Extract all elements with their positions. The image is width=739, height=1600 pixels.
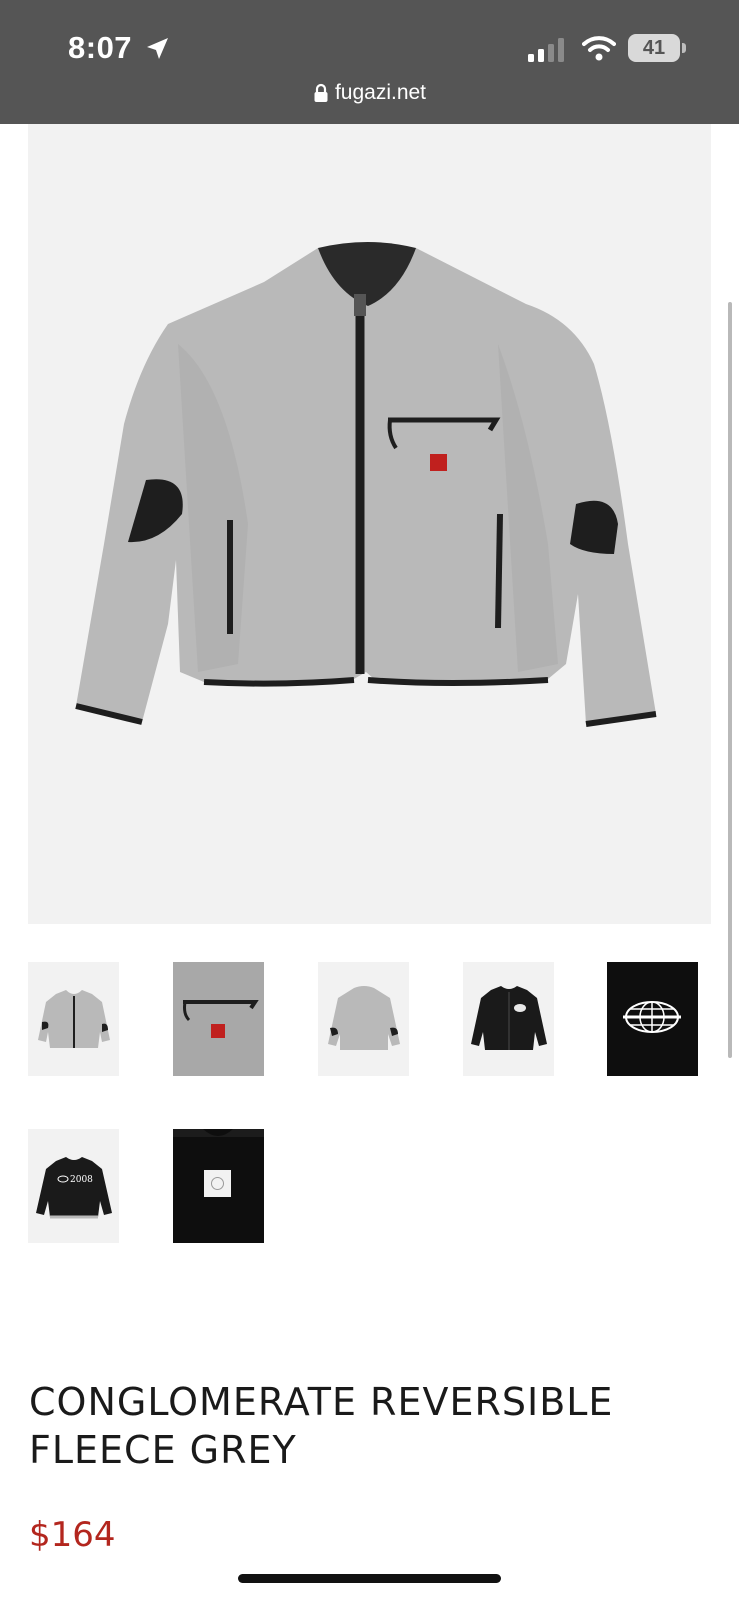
address-bar[interactable]: fugazi.net xyxy=(0,78,739,108)
thumbnail-4[interactable] xyxy=(463,962,554,1076)
thumbnail-7[interactable] xyxy=(173,1129,264,1243)
black-jacket-front-thumbnail xyxy=(463,962,554,1076)
battery-level: 41 xyxy=(642,37,666,59)
thumbnail-2008-text: 2008 xyxy=(70,1175,93,1185)
cellular-signal-icon xyxy=(528,38,564,62)
thumbnail-5[interactable] xyxy=(607,962,698,1076)
fleece-pocket-detail-thumbnail xyxy=(173,962,264,1076)
browser-status-bar: 8:07 41 fugazi.net xyxy=(0,0,739,124)
location-arrow-icon xyxy=(147,38,168,59)
thumbnail-2[interactable] xyxy=(173,962,264,1076)
thumbnail-1[interactable] xyxy=(28,962,119,1076)
main-product-image[interactable] xyxy=(28,124,711,924)
url-text: fugazi.net xyxy=(334,81,427,104)
product-title: CONGLOMERATE REVERSIBLE FLEECE GREY xyxy=(29,1378,719,1474)
wifi-icon xyxy=(582,36,616,61)
globe-logo-thumbnail xyxy=(607,962,698,1076)
home-indicator[interactable] xyxy=(238,1574,501,1583)
lock-icon xyxy=(314,83,328,102)
status-time: 8:07 xyxy=(68,30,133,65)
black-jacket-back-patch-thumbnail xyxy=(173,1129,264,1243)
black-jacket-2008-thumbnail: 2008 xyxy=(28,1129,119,1243)
thumbnail-3[interactable] xyxy=(318,962,409,1076)
product-price: $164 xyxy=(29,1515,116,1555)
grey-fleece-front-thumbnail xyxy=(28,962,119,1076)
page-scrollbar[interactable] xyxy=(728,302,732,1058)
battery-icon: 41 xyxy=(628,34,688,62)
product-title-line-2: FLEECE GREY xyxy=(29,1428,297,1472)
thumbnail-6[interactable]: 2008 xyxy=(28,1129,119,1243)
product-title-line-1: CONGLOMERATE REVERSIBLE xyxy=(29,1380,614,1424)
grey-fleece-back-thumbnail xyxy=(318,962,409,1076)
fleece-jacket-image xyxy=(75,242,657,727)
